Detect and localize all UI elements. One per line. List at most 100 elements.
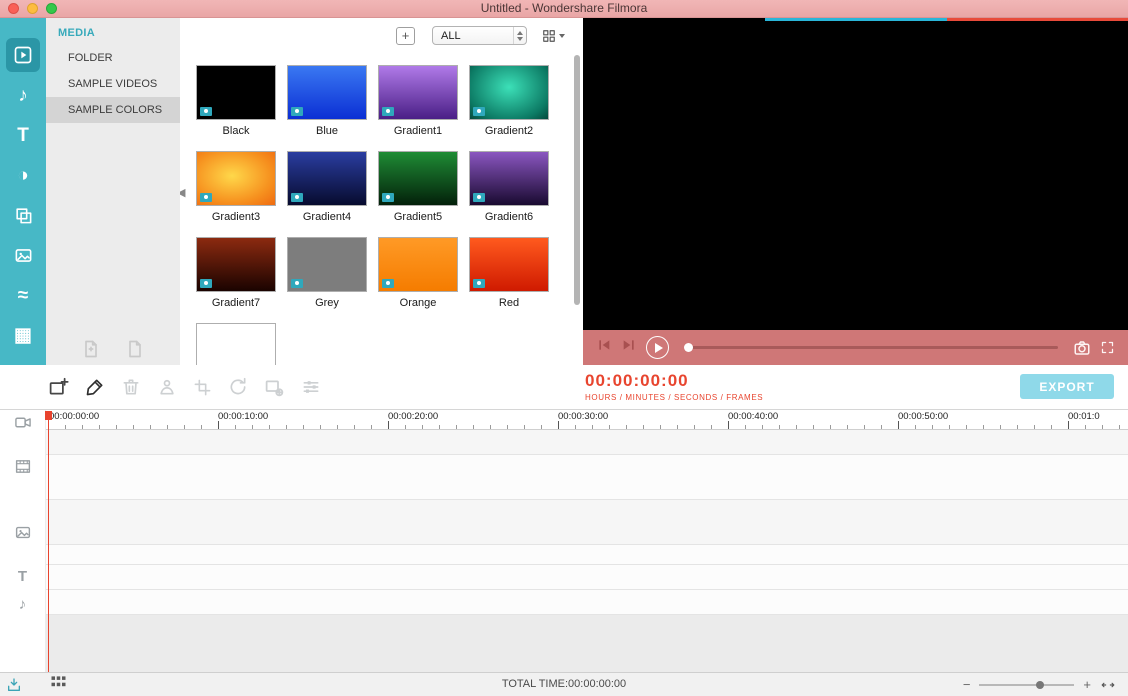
preview-top-strip-red	[947, 18, 1128, 21]
timeline-toolbar: 00:00:00:00 HOURS / MINUTES / SECONDS / …	[0, 365, 1128, 410]
sidebar-item-split-screen[interactable]: ▦	[0, 315, 46, 355]
image-badge-icon	[382, 107, 394, 116]
media-item-label: Gradient5	[378, 211, 458, 224]
media-item-gradient7[interactable]: Gradient7	[196, 237, 276, 310]
close-button[interactable]	[8, 3, 19, 14]
minimize-button[interactable]	[27, 3, 38, 14]
media-item-black[interactable]: Black	[196, 65, 276, 138]
timeline-ruler[interactable]: 00:00:00:00 00:00:10:00 00:00:20:00 00:0…	[46, 410, 1128, 430]
advanced-settings-button[interactable]	[301, 377, 321, 397]
record-voiceover-button[interactable]	[85, 377, 105, 397]
media-item-gradient3[interactable]: Gradient3	[196, 151, 276, 224]
timeline-track-row	[46, 590, 1128, 615]
image-icon	[6, 238, 40, 272]
add-to-timeline-button[interactable]	[48, 377, 69, 398]
ruler-label: 00:00:20:00	[388, 411, 438, 422]
sidebar-item-effects[interactable]: ≈	[0, 275, 46, 315]
timeline-track-row	[46, 455, 1128, 500]
image-badge-icon	[291, 107, 303, 116]
media-item-partial[interactable]	[196, 323, 276, 365]
playhead[interactable]	[45, 411, 52, 672]
filter-select[interactable]: ALL	[432, 26, 527, 45]
remove-file-button[interactable]	[125, 339, 145, 359]
color-thumbnail	[378, 151, 458, 206]
rotate-button[interactable]	[228, 377, 248, 397]
zoom-slider[interactable]	[979, 684, 1074, 686]
fit-timeline-button[interactable]	[1100, 678, 1116, 692]
sidebar-item-transitions[interactable]: ◑	[0, 155, 46, 195]
seek-slider[interactable]	[684, 346, 1058, 349]
preview-panel	[583, 18, 1128, 365]
sidebar-item-overlays[interactable]	[0, 195, 46, 235]
crop-button[interactable]	[193, 378, 212, 397]
color-thumbnail	[287, 151, 367, 206]
media-item-label: Gradient2	[469, 125, 549, 138]
media-item-red[interactable]: Red	[469, 237, 549, 310]
ruler-label: 00:00:40:00	[728, 411, 778, 422]
scrollbar-thumb[interactable]	[574, 55, 580, 305]
media-item-gradient2[interactable]: Gradient2	[469, 65, 549, 138]
zoom-out-button[interactable]: −	[963, 678, 971, 691]
green-screen-button[interactable]	[157, 377, 177, 397]
timecode-caption: HOURS / MINUTES / SECONDS / FRAMES	[585, 393, 763, 402]
ruler-label: 00:00:10:00	[218, 411, 268, 422]
timeline-tracks[interactable]	[46, 430, 1128, 672]
snapshot-button[interactable]	[1073, 339, 1091, 357]
status-bar: TOTAL TIME:00:00:00:00 − +	[0, 672, 1128, 696]
media-item-gradient1[interactable]: Gradient1	[378, 65, 458, 138]
media-item-label: Gradient6	[469, 211, 549, 224]
sidebar-item-media[interactable]	[0, 35, 46, 75]
view-mode-button[interactable]	[542, 28, 572, 44]
seek-knob[interactable]	[684, 343, 693, 352]
media-item-label: Grey	[287, 297, 367, 310]
add-file-button[interactable]	[81, 339, 101, 359]
zoom-in-button[interactable]: +	[1083, 678, 1091, 691]
media-panel-item-folder[interactable]: FOLDER	[46, 45, 180, 71]
media-item-grey[interactable]: Grey	[287, 237, 367, 310]
ruler-label: 00:00:50:00	[898, 411, 948, 422]
library-header: + ALL	[180, 26, 583, 48]
add-media-button[interactable]: +	[396, 27, 415, 45]
media-item-orange[interactable]: Orange	[378, 237, 458, 310]
timeline-track-row	[46, 545, 1128, 565]
image-badge-icon	[382, 279, 394, 288]
media-item-gradient4[interactable]: Gradient4	[287, 151, 367, 224]
sidebar-item-elements[interactable]	[0, 235, 46, 275]
preview-top-strip-cyan	[765, 18, 947, 21]
fullscreen-button[interactable]	[1100, 340, 1115, 355]
skip-to-start-button[interactable]	[596, 337, 612, 358]
color-thumbnail	[196, 237, 276, 292]
media-item-gradient6[interactable]: Gradient6	[469, 151, 549, 224]
media-item-blue[interactable]: Blue	[287, 65, 367, 138]
export-button[interactable]: EXPORT	[1020, 374, 1114, 399]
color-sample-grid: Black Blue Gradient1 Gradient2 Gradient3…	[196, 65, 549, 365]
library-scrollbar[interactable]	[574, 55, 581, 355]
music-note-icon: ♪	[18, 86, 28, 105]
filmora-window: Untitled - Wondershare Filmora ♪ T ◑	[0, 0, 1128, 696]
color-thumbnail	[378, 237, 458, 292]
media-panel-item-label: SAMPLE VIDEOS	[68, 78, 157, 90]
media-item-gradient5[interactable]: Gradient5	[378, 151, 458, 224]
sidebar-item-text[interactable]: T	[0, 115, 46, 155]
color-thumbnail	[287, 237, 367, 292]
play-button[interactable]	[646, 336, 669, 359]
skip-to-end-button[interactable]	[621, 337, 637, 358]
sidebar-item-audio[interactable]: ♪	[0, 75, 46, 115]
ruler-label: 00:00:30:00	[558, 411, 608, 422]
zoom-button[interactable]	[46, 3, 57, 14]
zoom-slider-knob[interactable]	[1036, 681, 1044, 689]
toolbar-icons	[48, 365, 321, 409]
delete-button[interactable]	[121, 377, 141, 397]
color-thumbnail	[469, 65, 549, 120]
media-panel-item-sample-videos[interactable]: SAMPLE VIDEOS	[46, 71, 180, 97]
frame-settings-button[interactable]	[264, 377, 285, 398]
media-panel-item-sample-colors[interactable]: SAMPLE COLORS	[46, 97, 180, 123]
ruler-label: 00:00:00:00	[49, 411, 99, 422]
media-panel-footer	[46, 339, 180, 359]
image-badge-icon	[382, 193, 394, 202]
collapse-panel-button[interactable]: ◀	[180, 186, 185, 199]
timeline-track-row	[46, 565, 1128, 590]
image-track-icon	[14, 524, 31, 541]
ruler-label: 00:01:0	[1068, 411, 1100, 422]
split-screen-icon: ▦	[14, 326, 32, 345]
